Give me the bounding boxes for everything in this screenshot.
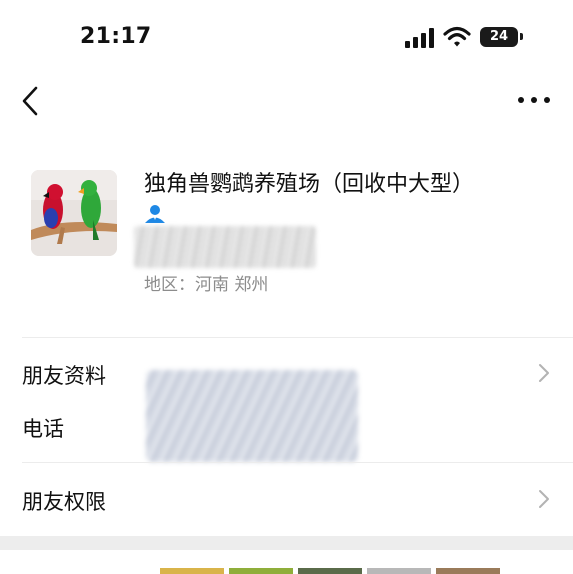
battery-tip [520,33,523,40]
status-icons: 24 [405,26,525,52]
friend-profile-row[interactable]: 朋友资料 [22,360,106,390]
redacted-phone [146,370,358,462]
section-separator [0,536,573,550]
divider [22,337,573,338]
moments-thumbnails[interactable] [160,568,505,574]
status-time: 21:17 [80,24,152,49]
chevron-right-icon [539,490,549,508]
chevron-right-icon [539,364,549,382]
thumbnail[interactable] [367,568,431,574]
contact-name: 独角兽鹦鹉养殖场（回收中大型） [144,172,475,197]
wifi-icon [443,26,471,47]
thumbnail[interactable] [436,568,500,574]
more-options-icon[interactable] [517,90,551,110]
thumbnail[interactable] [229,568,293,574]
person-icon [145,205,165,223]
parrot-photo [31,170,117,256]
redacted-id [134,226,316,268]
region-text: 地区：河南 郑州 [144,275,269,295]
divider [22,462,573,463]
phone-row[interactable]: 电话 [22,413,64,443]
thumbnail[interactable] [298,568,362,574]
battery-icon: 24 [480,27,518,47]
back-icon[interactable] [16,84,46,118]
signal-icon [405,28,434,48]
avatar[interactable] [31,170,117,256]
thumbnail[interactable] [160,568,224,574]
friend-permissions-row[interactable]: 朋友权限 [22,486,106,516]
